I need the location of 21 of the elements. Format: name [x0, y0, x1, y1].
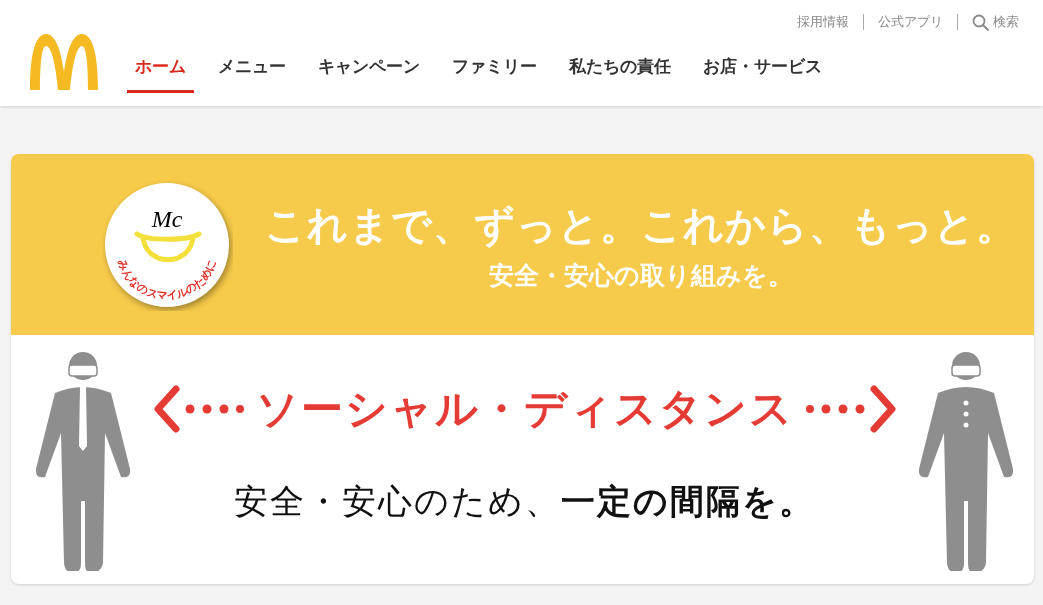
right-arrow-icon [805, 385, 898, 433]
distancing-message: 安全・安心のため、一定の間隔を。 [234, 480, 815, 523]
utility-link[interactable]: 公式アプリ [878, 13, 943, 31]
search-icon [972, 13, 989, 31]
arches-logo[interactable] [28, 32, 100, 92]
banner-headline: これまで、ずっと。これから、もっと。 [265, 200, 1017, 250]
left-arrow-icon [151, 385, 244, 433]
utility-link[interactable]: 採用情報 [797, 13, 849, 31]
nav-tab[interactable]: ファミリー [444, 55, 545, 93]
search-label: 検索 [993, 13, 1019, 31]
nav-tab[interactable]: メニュー [210, 55, 294, 93]
nav-tab[interactable]: ホーム [127, 55, 194, 93]
nav-tab[interactable]: 私たちの責任 [561, 55, 679, 93]
search-link[interactable]: 検索 [972, 13, 1019, 31]
nav-tab[interactable]: お店・サービス [695, 55, 830, 93]
smile-icon [134, 231, 202, 262]
badge-caption: みんなのスマイルのために [115, 257, 219, 302]
banner-subheadline: 安全・安心の取り組みを。 [489, 259, 793, 292]
nav-tab[interactable]: キャンペーン [310, 55, 428, 93]
badge-mark: Mc [151, 205, 183, 232]
distancing-title: ソーシャル・ディスタンス [255, 383, 794, 435]
